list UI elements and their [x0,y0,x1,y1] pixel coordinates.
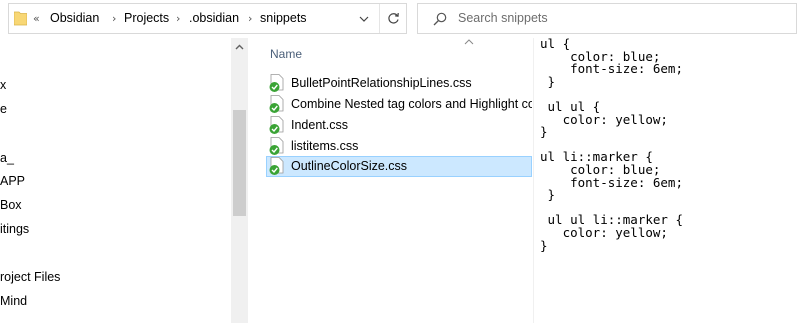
file-row[interactable]: Indent.css [266,115,532,136]
overflow-chevron-icon[interactable]: « [33,12,40,25]
file-row-selected[interactable]: OutlineColorSize.css [266,156,532,177]
search-input[interactable]: Search snippets [458,11,548,25]
nav-item[interactable]: roject Files [0,270,60,284]
preview-pane: ul { color: blue; font-size: 6em; } ul u… [533,38,803,323]
css-file-synced-icon [269,157,284,175]
address-history-dropdown[interactable] [348,4,380,33]
css-file-synced-icon [269,95,284,113]
file-row[interactable]: BulletPointRelationshipLines.css [266,73,532,94]
refresh-button[interactable] [380,4,407,33]
scroll-up-button[interactable] [231,38,248,55]
nav-item[interactable]: APP [0,174,25,188]
scrollbar-thumb[interactable] [233,110,246,216]
breadcrumb-separator[interactable]: › [112,12,116,25]
css-file-synced-icon [269,74,284,92]
nav-item[interactable]: Box [0,198,22,212]
file-name: OutlineColorSize.css [291,159,408,173]
sort-ascending-icon [464,39,474,45]
chevron-up-icon [235,44,244,49]
file-name: BulletPointRelationshipLines.css [291,76,472,90]
css-file-synced-icon [269,116,284,134]
file-row[interactable]: listitems.css [266,136,532,157]
chevron-down-icon [359,16,368,22]
search-box[interactable]: Search snippets [417,3,797,34]
file-name: Combine Nested tag colors and Highlight … [291,97,532,111]
css-code-preview: ul { color: blue; font-size: 6em; } ul u… [540,38,683,253]
nav-item[interactable]: e [0,102,7,116]
address-bar[interactable]: « Obsidian › Projects › .obsidian › snip… [8,3,407,34]
nav-item[interactable]: a_ [0,151,14,165]
breadcrumb-separator[interactable]: › [176,12,180,25]
nav-scrollbar[interactable] [231,38,248,323]
file-row[interactable]: Combine Nested tag colors and Highlight … [266,94,532,115]
search-icon [433,12,447,26]
breadcrumb-snippets[interactable]: snippets [260,11,307,25]
file-name: Indent.css [291,118,348,132]
nav-item[interactable]: itings [0,222,29,236]
file-list: Name BulletPointRelationshipLines.css Co… [249,38,532,323]
breadcrumb-separator[interactable]: › [248,12,252,25]
folder-icon [14,11,27,26]
css-file-synced-icon [269,137,284,155]
navigation-pane: x e a_ APP Box itings roject Files Mind [0,38,249,323]
file-name: listitems.css [291,139,359,153]
nav-item[interactable]: Mind [0,294,27,308]
breadcrumb-dot-obsidian[interactable]: .obsidian [189,11,239,25]
nav-item[interactable]: x [0,78,6,92]
refresh-icon [388,12,399,24]
column-header-name[interactable]: Name [270,47,302,61]
breadcrumb-projects[interactable]: Projects [124,11,169,25]
breadcrumb-obsidian[interactable]: Obsidian [50,11,99,25]
